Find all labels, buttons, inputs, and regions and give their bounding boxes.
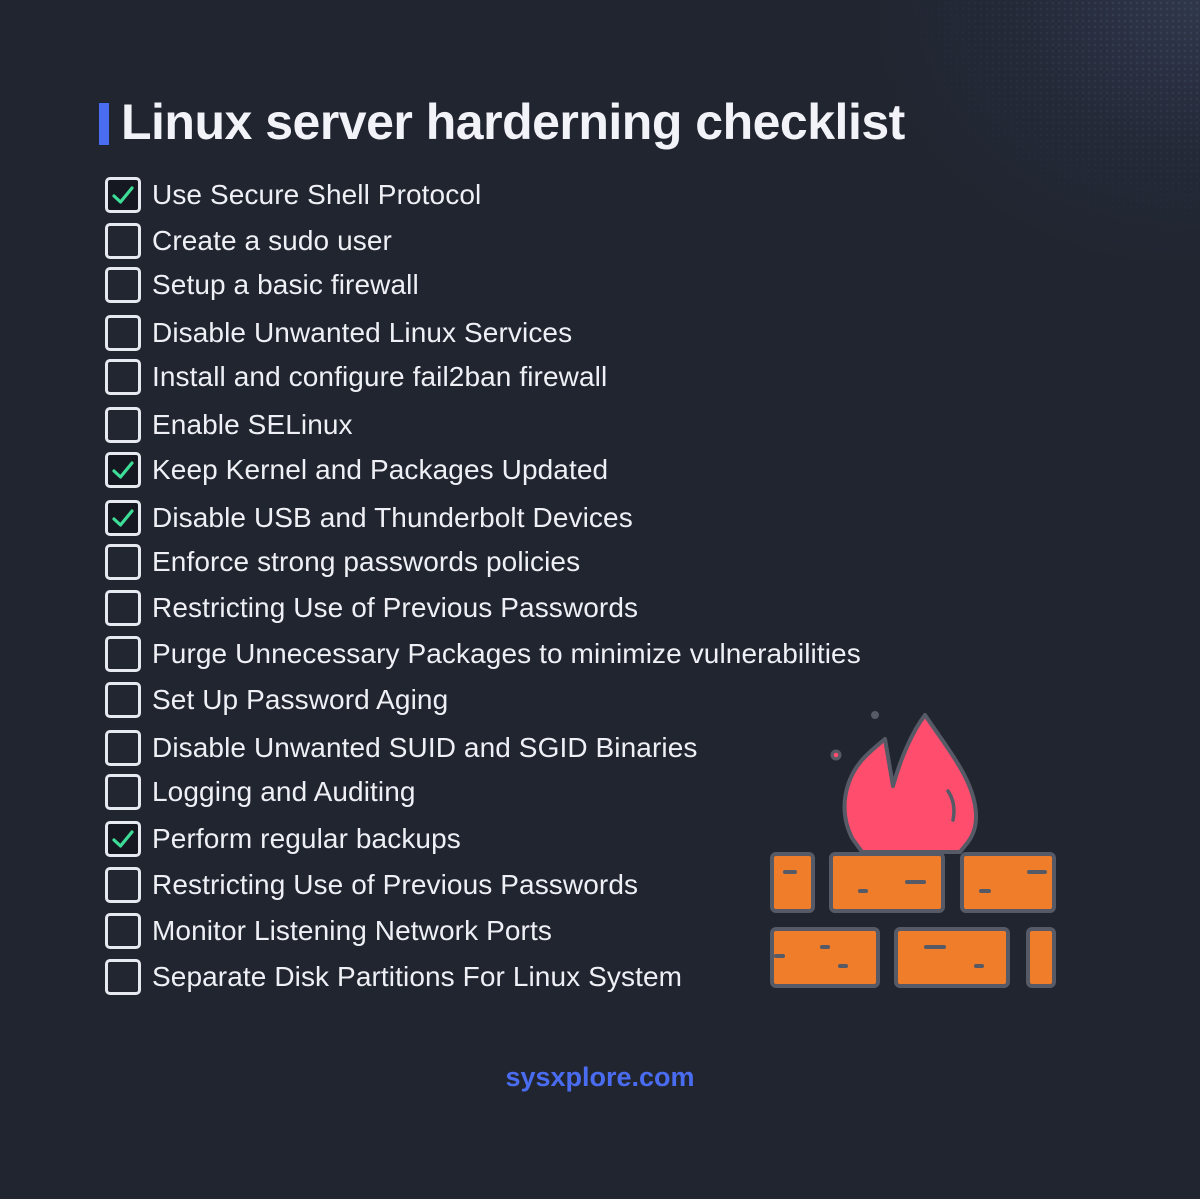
- checkbox-unchecked[interactable]: [105, 867, 141, 903]
- checklist-item: Restricting Use of Previous Passwords: [105, 865, 638, 905]
- checklist-item: Install and configure fail2ban firewall: [105, 357, 607, 397]
- checklist-item: Use Secure Shell Protocol: [105, 175, 481, 215]
- checklist-item-label: Disable USB and Thunderbolt Devices: [152, 502, 633, 533]
- background-glow: [880, 0, 1200, 260]
- checklist-item-label: Enable SELinux: [152, 409, 353, 440]
- checklist-item-label: Install and configure fail2ban firewall: [152, 361, 608, 392]
- checklist-item: Setup a basic firewall: [105, 265, 419, 305]
- checkmark-icon: [112, 186, 134, 204]
- checkbox-checked[interactable]: [105, 452, 141, 488]
- background-dot-pattern: [900, 0, 1200, 230]
- checklist-item-label: Set Up Password Aging: [152, 684, 449, 715]
- checklist-item: Disable Unwanted Linux Services: [105, 313, 572, 353]
- checkmark-icon: [112, 461, 134, 479]
- checklist-item-label: Restricting Use of Previous Passwords: [152, 869, 639, 900]
- checklist-item: Restricting Use of Previous Passwords: [105, 588, 638, 628]
- checklist-item: Keep Kernel and Packages Updated: [105, 450, 608, 490]
- checklist-item-label: Perform regular backups: [152, 823, 461, 854]
- checklist-item-label: Separate Disk Partitions For Linux Syste…: [152, 961, 683, 992]
- checklist-item: Enable SELinux: [105, 405, 353, 445]
- checkbox-unchecked[interactable]: [105, 913, 141, 949]
- checkbox-checked[interactable]: [105, 500, 141, 536]
- checklist-item: Separate Disk Partitions For Linux Syste…: [105, 957, 682, 997]
- checklist-item: Logging and Auditing: [105, 772, 416, 812]
- checkbox-unchecked[interactable]: [105, 774, 141, 810]
- checkbox-checked[interactable]: [105, 177, 141, 213]
- firewall-icon: [770, 711, 1056, 988]
- checkbox-unchecked[interactable]: [105, 315, 141, 351]
- checklist-item-label: Enforce strong passwords policies: [152, 546, 581, 577]
- checkbox-unchecked[interactable]: [105, 544, 141, 580]
- checkbox-unchecked[interactable]: [105, 730, 141, 766]
- page-title: Linux server harderning checklist: [121, 94, 905, 150]
- checkbox-unchecked[interactable]: [105, 590, 141, 626]
- checklist-item-label: Monitor Listening Network Ports: [152, 915, 552, 946]
- checklist-item: Perform regular backups: [105, 819, 461, 859]
- checklist-item: Monitor Listening Network Ports: [105, 911, 552, 951]
- checklist-item: Disable Unwanted SUID and SGID Binaries: [105, 728, 697, 768]
- checklist-item-label: Keep Kernel and Packages Updated: [152, 454, 609, 485]
- checkbox-checked[interactable]: [105, 821, 141, 857]
- checklist-item-label: Create a sudo user: [152, 225, 392, 256]
- header: Linux server harderning checklist: [99, 94, 905, 150]
- checkmark-icon: [112, 830, 134, 848]
- spark-dot: [871, 711, 879, 719]
- checklist-item: Set Up Password Aging: [105, 680, 448, 720]
- checkbox-unchecked[interactable]: [105, 407, 141, 443]
- title-accent-bar: [99, 103, 109, 145]
- brick-wall-icon: [770, 852, 1056, 988]
- checkbox-unchecked[interactable]: [105, 959, 141, 995]
- checklist-item: Disable USB and Thunderbolt Devices: [105, 498, 633, 538]
- checklist-item: Enforce strong passwords policies: [105, 542, 580, 582]
- checklist-item: Purge Unnecessary Packages to minimize v…: [105, 634, 861, 674]
- checklist-item-label: Restricting Use of Previous Passwords: [152, 592, 639, 623]
- checklist-item-label: Disable Unwanted SUID and SGID Binaries: [152, 732, 698, 763]
- checklist-item-label: Logging and Auditing: [152, 776, 416, 807]
- checkbox-unchecked[interactable]: [105, 636, 141, 672]
- website-link[interactable]: sysxplore.com: [0, 1062, 1200, 1093]
- checklist-item-label: Setup a basic firewall: [152, 269, 419, 300]
- checkbox-unchecked[interactable]: [105, 223, 141, 259]
- checkbox-unchecked[interactable]: [105, 359, 141, 395]
- checkbox-unchecked[interactable]: [105, 682, 141, 718]
- checklist-item-label: Purge Unnecessary Packages to minimize v…: [152, 638, 861, 669]
- checklist-item-label: Use Secure Shell Protocol: [152, 179, 482, 210]
- checkbox-unchecked[interactable]: [105, 267, 141, 303]
- checkmark-icon: [112, 509, 134, 527]
- checklist-item: Create a sudo user: [105, 221, 392, 261]
- flame-icon: [830, 711, 979, 854]
- checklist-item-label: Disable Unwanted Linux Services: [152, 317, 573, 348]
